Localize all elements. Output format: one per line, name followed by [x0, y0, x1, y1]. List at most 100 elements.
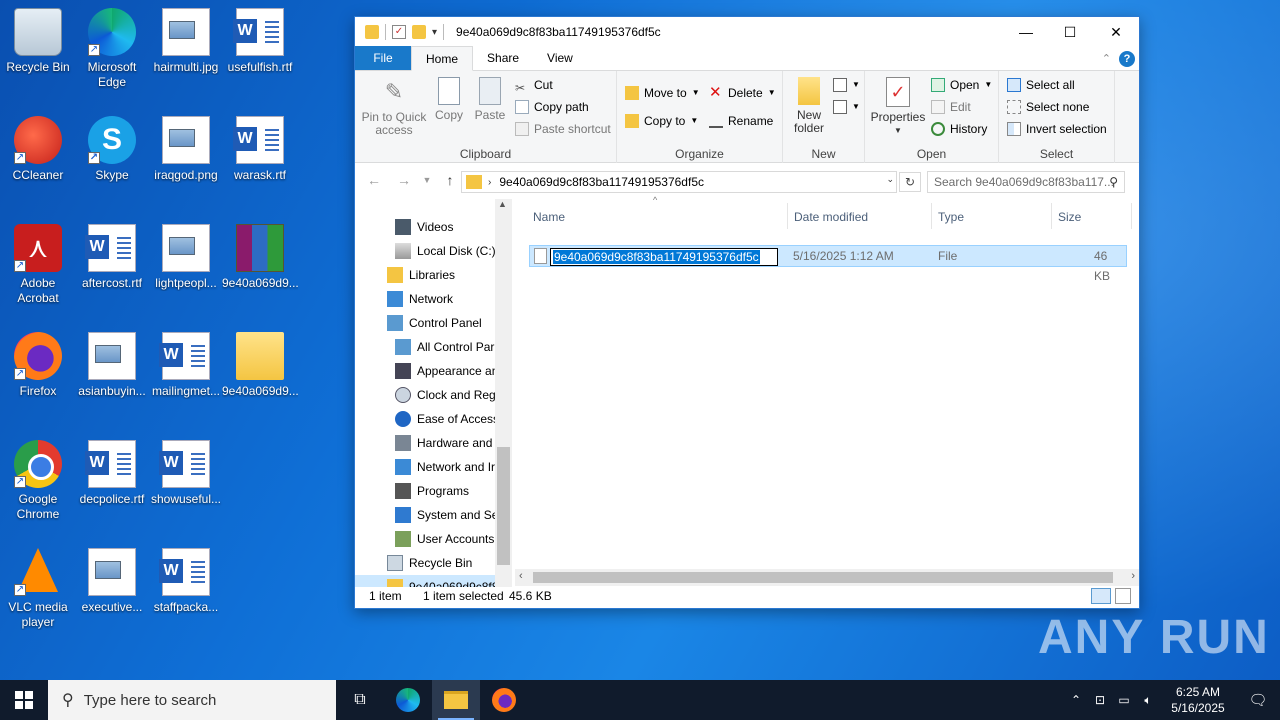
- desktop-icon-decpolice[interactable]: W decpolice.rtf: [74, 440, 150, 507]
- column-header-size[interactable]: Size: [1058, 205, 1081, 229]
- up-button[interactable]: ↑: [437, 172, 463, 188]
- desktop-icon-vlc[interactable]: ↗ VLC media player: [0, 548, 76, 630]
- desktop-icon-mailingmet[interactable]: W mailingmet...: [148, 332, 224, 399]
- network-status-icon[interactable]: ⊡: [1088, 693, 1112, 707]
- file-row[interactable]: 9e40a069d9c8f83ba11749195376df5c 5/16/20…: [529, 245, 1127, 283]
- refresh-button[interactable]: ↻: [899, 172, 921, 192]
- nav-item-recycle-bin[interactable]: Recycle Bin: [387, 551, 472, 575]
- pin-to-quick-access-button[interactable]: ✎ Pin to Quick access: [361, 77, 427, 137]
- select-none-button[interactable]: Select none: [1007, 97, 1089, 117]
- invert-selection-button[interactable]: Invert selection: [1007, 119, 1107, 139]
- nav-item-libraries[interactable]: Libraries: [387, 263, 455, 287]
- nav-item-control-panel[interactable]: Control Panel: [387, 311, 482, 335]
- desktop-icon-chrome[interactable]: ↗ Google Chrome: [0, 440, 76, 522]
- desktop-icon-hairmulti[interactable]: hairmulti.jpg: [148, 8, 224, 75]
- large-icons-view-icon[interactable]: [1115, 588, 1131, 604]
- tab-share[interactable]: Share: [473, 46, 533, 70]
- maximize-button[interactable]: ☐: [1047, 17, 1093, 47]
- address-dropdown-icon[interactable]: ⌄: [886, 174, 894, 185]
- nav-item-videos[interactable]: Videos: [395, 215, 453, 239]
- column-header-type[interactable]: Type: [938, 205, 964, 229]
- desktop-icon-winrar-archive[interactable]: 9e40a069d9...: [222, 224, 298, 291]
- desktop-icon-showuseful[interactable]: W showuseful...: [148, 440, 224, 507]
- help-icon[interactable]: ?: [1119, 51, 1135, 67]
- desktop-icon-asianbuyin[interactable]: asianbuyin...: [74, 332, 150, 399]
- forward-button[interactable]: →: [391, 172, 417, 188]
- properties-button[interactable]: ✓ Properties ▼: [869, 77, 927, 137]
- column-separator[interactable]: [1131, 203, 1132, 229]
- taskbar-firefox[interactable]: [480, 680, 528, 720]
- nav-item-network[interactable]: Network: [387, 287, 453, 311]
- scroll-left-icon[interactable]: ‹: [519, 570, 523, 582]
- desktop-icon-warask[interactable]: W warask.rtf: [222, 116, 298, 183]
- column-separator[interactable]: [931, 203, 932, 229]
- nav-item-appearance[interactable]: Appearance an: [395, 359, 498, 383]
- desktop-icon-recycle-bin[interactable]: Recycle Bin: [0, 8, 76, 75]
- desktop-icon-executive[interactable]: executive...: [74, 548, 150, 615]
- desktop-icon-folder[interactable]: 9e40a069d9...: [222, 332, 298, 399]
- nav-item-system-security[interactable]: System and Sec: [395, 503, 504, 527]
- desktop-icon-staffpacka[interactable]: W staffpacka...: [148, 548, 224, 615]
- taskbar-file-explorer[interactable]: [432, 680, 480, 720]
- search-input[interactable]: Search 9e40a069d9c8f83ba117... ⚲: [927, 171, 1125, 193]
- rename-button[interactable]: Rename: [709, 111, 773, 131]
- desktop-icon-aftercost[interactable]: W aftercost.rtf: [74, 224, 150, 291]
- breadcrumb-chevron-icon[interactable]: ›: [488, 177, 491, 188]
- task-view-button[interactable]: ⧉: [336, 680, 384, 720]
- desktop-icon-ccleaner[interactable]: ↗ CCleaner: [0, 116, 76, 183]
- column-header-date[interactable]: Date modified: [794, 205, 868, 229]
- move-to-button[interactable]: Move to ▼: [625, 83, 700, 103]
- rename-input[interactable]: 9e40a069d9c8f83ba11749195376df5c: [550, 248, 778, 266]
- paste-button[interactable]: Paste: [471, 77, 509, 122]
- nav-pane-scrollbar[interactable]: ▲: [495, 199, 512, 587]
- nav-item-user-accounts[interactable]: User Accounts: [395, 527, 494, 551]
- taskbar-edge[interactable]: [384, 680, 432, 720]
- new-folder-button[interactable]: New folder: [789, 77, 829, 135]
- desktop-icon-iraqgod[interactable]: iraqgod.png: [148, 116, 224, 183]
- open-button[interactable]: Open ▼: [931, 75, 992, 95]
- nav-item-network-internet[interactable]: Network and Ir: [395, 455, 495, 479]
- taskbar-search-box[interactable]: ⚲ Type here to search: [48, 680, 336, 720]
- address-bar[interactable]: › 9e40a069d9c8f83ba11749195376df5c ⌄: [461, 171, 897, 193]
- copy-path-button[interactable]: Copy path: [515, 97, 589, 117]
- scroll-up-icon[interactable]: ▲: [498, 199, 507, 209]
- copy-to-button[interactable]: Copy to ▼: [625, 111, 698, 131]
- back-button[interactable]: ←: [361, 172, 387, 188]
- nav-item-ease-of-access[interactable]: Ease of Access: [395, 407, 499, 431]
- customize-toolbar-icon[interactable]: ▾: [432, 27, 437, 38]
- tab-home[interactable]: Home: [411, 46, 474, 71]
- collapse-ribbon-icon[interactable]: ⌃: [1102, 52, 1111, 65]
- scrollbar-thumb[interactable]: [533, 572, 1113, 583]
- clock[interactable]: 6:25 AM 5/16/2025: [1160, 684, 1236, 716]
- paste-shortcut-button[interactable]: Paste shortcut: [515, 119, 611, 139]
- desktop-icon-firefox[interactable]: ↗ Firefox: [0, 332, 76, 399]
- wired-network-icon[interactable]: ▭: [1112, 693, 1136, 707]
- desktop-icon-edge[interactable]: ↗ Microsoft Edge: [74, 8, 150, 90]
- show-hidden-icons-chevron-icon[interactable]: ⌃: [1064, 693, 1088, 707]
- desktop-icon-acrobat[interactable]: ⋏ ↗ Adobe Acrobat: [0, 224, 76, 306]
- desktop-icon-skype[interactable]: S ↗ Skype: [74, 116, 150, 183]
- column-header-name[interactable]: Name: [533, 205, 565, 229]
- recent-locations-button[interactable]: ▼: [421, 175, 433, 185]
- edit-button[interactable]: Edit: [931, 97, 971, 117]
- cut-button[interactable]: ✂ Cut: [515, 75, 553, 95]
- nav-item-hardware[interactable]: Hardware and: [395, 431, 492, 455]
- close-button[interactable]: ✕: [1093, 17, 1139, 47]
- nav-item-local-disk[interactable]: Local Disk (C:): [395, 239, 496, 263]
- tab-view[interactable]: View: [533, 46, 587, 70]
- column-separator[interactable]: [787, 203, 788, 229]
- properties-icon[interactable]: ✓: [392, 25, 406, 39]
- scroll-right-icon[interactable]: ›: [1131, 570, 1135, 582]
- nav-item-programs[interactable]: Programs: [395, 479, 469, 503]
- new-item-button[interactable]: ▼: [833, 75, 860, 95]
- start-button[interactable]: [0, 680, 48, 720]
- easy-access-button[interactable]: ▼: [833, 97, 860, 117]
- column-separator[interactable]: [1051, 203, 1052, 229]
- nav-item-clock-region[interactable]: Clock and Regi: [395, 383, 498, 407]
- select-all-button[interactable]: Select all: [1007, 75, 1075, 95]
- desktop-icon-usefulfish[interactable]: W usefulfish.rtf: [222, 8, 298, 75]
- nav-item-all-control-panel[interactable]: All Control Par: [395, 335, 494, 359]
- notification-icon[interactable]: 🗨︎: [1236, 691, 1280, 709]
- minimize-button[interactable]: —: [1003, 17, 1049, 47]
- scrollbar-thumb[interactable]: [497, 447, 510, 565]
